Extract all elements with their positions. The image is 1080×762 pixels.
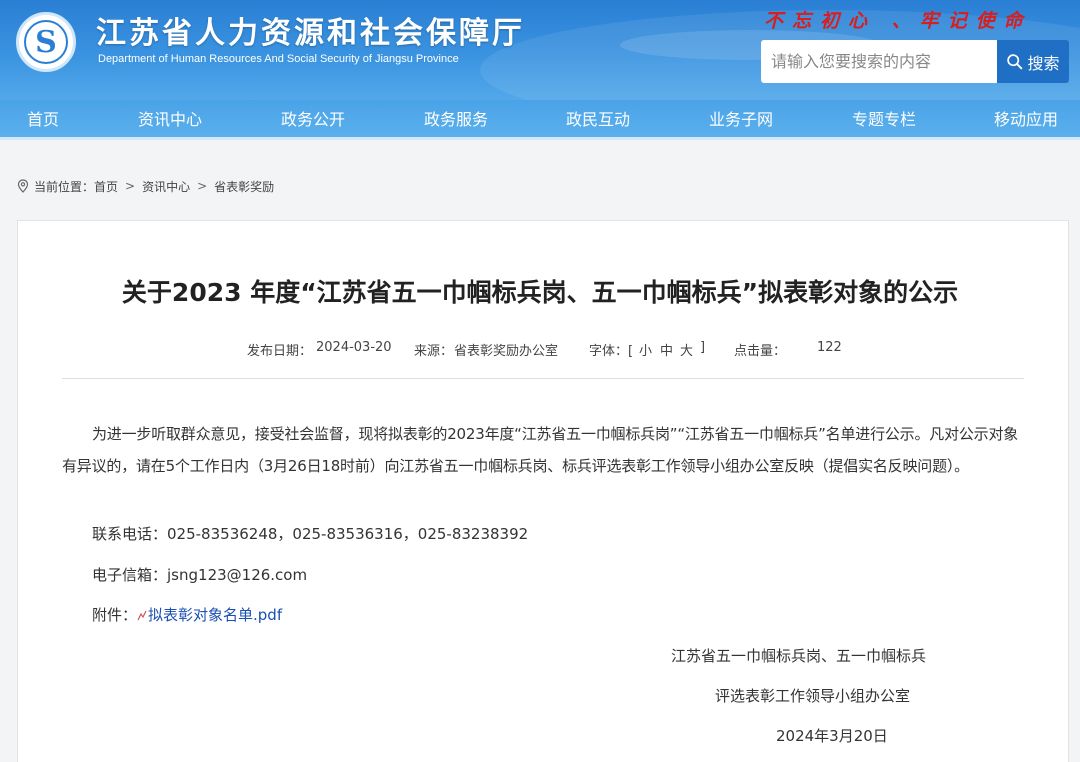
contact-email: 电子信箱：jsng123@126.com bbox=[92, 564, 307, 585]
article-body: 为进一步听取群众意见，接受社会监督，现将拟表彰的2023年度“江苏省五一巾帼标兵… bbox=[62, 425, 1019, 475]
search-button-label: 搜索 bbox=[1027, 53, 1060, 73]
nav-item-gov-service[interactable]: 政务服务 bbox=[424, 100, 488, 140]
search-button[interactable]: 搜索 bbox=[997, 40, 1069, 83]
breadcrumb-prefix: 当前位置： bbox=[34, 179, 95, 194]
breadcrumb-separator: > bbox=[197, 179, 208, 193]
breadcrumb-news[interactable]: 资讯中心 bbox=[142, 178, 190, 195]
signature-org-line1: 江苏省五一巾帼标兵岗、五一巾帼标兵 bbox=[671, 647, 927, 665]
font-size-small[interactable]: 小 bbox=[636, 340, 655, 359]
font-size-close: ] bbox=[700, 340, 706, 355]
site-header: S 江苏省人力资源和社会保障厅 Department of Human Reso… bbox=[0, 0, 1080, 100]
article-meta: 发布日期： 2024-03-20 来源： 省表彰奖励办公室 字体：[ 小 中 大… bbox=[0, 340, 1080, 359]
attachment-label: 附件： bbox=[92, 606, 138, 624]
publish-date-label: 发布日期： bbox=[247, 344, 313, 359]
attachment-name: 拟表彰对象名单.pdf bbox=[148, 606, 283, 624]
source-value: 省表彰奖励办公室 bbox=[454, 344, 559, 359]
breadcrumb-awards[interactable]: 省表彰奖励 bbox=[214, 178, 274, 195]
font-size-label: 字体：[ bbox=[589, 344, 634, 359]
slogan: 不忘初心 、牢记使命 bbox=[764, 10, 1032, 32]
nav-item-interaction[interactable]: 政民互动 bbox=[566, 100, 630, 140]
logo-icon: S bbox=[35, 24, 57, 60]
attachment-link[interactable]: 拟表彰对象名单.pdf bbox=[137, 606, 282, 624]
nav-item-topics[interactable]: 专题专栏 bbox=[852, 100, 916, 140]
signature-org-line2: 评选表彰工作领导小组办公室 bbox=[715, 687, 911, 705]
nav-item-home[interactable]: 首页 bbox=[27, 100, 59, 140]
font-size-large[interactable]: 大 bbox=[677, 340, 696, 359]
phone-numbers: 025-83536248，025-83536316，025-83238392 bbox=[167, 525, 529, 543]
nav-item-mobile[interactable]: 移动应用 bbox=[994, 100, 1058, 140]
site-title[interactable]: 江苏省人力资源和社会保障厅 bbox=[96, 8, 525, 52]
nav-item-subsites[interactable]: 业务子网 bbox=[709, 100, 773, 140]
meta-divider bbox=[62, 378, 1024, 379]
contact-phone: 联系电话：025-83536248，025-83536316，025-83238… bbox=[92, 523, 528, 544]
attachment-row: 附件： 拟表彰对象名单.pdf bbox=[92, 604, 282, 625]
email-label: 电子信箱： bbox=[92, 566, 168, 584]
views-count: 122 bbox=[817, 340, 842, 355]
article-title: 关于2023 年度“江苏省五一巾帼标兵岗、五一巾帼标兵”拟表彰对象的公示 bbox=[121, 278, 959, 307]
search-input[interactable] bbox=[761, 40, 997, 83]
pdf-icon bbox=[137, 610, 147, 621]
signature-date: 2024年3月20日 bbox=[776, 727, 888, 745]
phone-label: 联系电话： bbox=[92, 525, 168, 543]
search-icon bbox=[1007, 54, 1023, 70]
font-size-medium[interactable]: 中 bbox=[657, 340, 676, 359]
main-nav: 首页 资讯中心 政务公开 政务服务 政民互动 业务子网 专题专栏 移动应用 bbox=[0, 100, 1080, 140]
nav-item-news[interactable]: 资讯中心 bbox=[138, 100, 202, 140]
nav-item-gov-open[interactable]: 政务公开 bbox=[281, 100, 345, 140]
site-subtitle: Department of Human Resources And Social… bbox=[98, 53, 459, 65]
email-address: jsng123@126.com bbox=[167, 566, 308, 584]
publish-date: 2024-03-20 bbox=[316, 340, 392, 355]
location-pin-icon bbox=[17, 179, 29, 193]
breadcrumb-home[interactable]: 首页 bbox=[94, 178, 118, 195]
site-logo[interactable]: S bbox=[16, 12, 76, 72]
views-label: 点击量： bbox=[734, 344, 787, 359]
breadcrumb-separator: > bbox=[125, 179, 136, 193]
breadcrumb: 当前位置： 首页 > 资讯中心 > 省表彰奖励 bbox=[16, 177, 274, 195]
source-label: 来源： bbox=[414, 344, 454, 359]
